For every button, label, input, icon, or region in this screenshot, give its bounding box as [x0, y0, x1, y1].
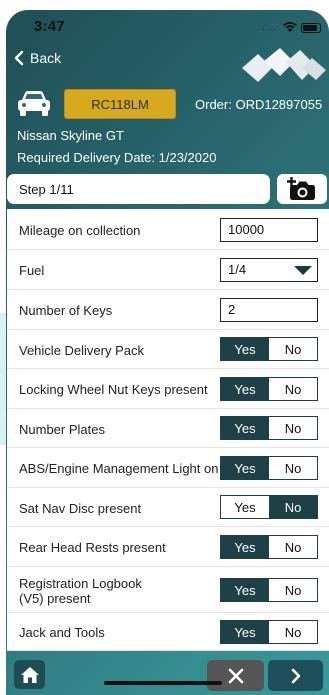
logbook-toggle[interactable]: Yes No [220, 578, 318, 602]
registration-plate: RC118LM [64, 89, 176, 119]
form-row-delivery-pack: Vehicle Delivery Pack Yes No [7, 330, 329, 369]
jack-tools-label: Jack and Tools [19, 625, 105, 640]
head-rests-toggle[interactable]: Yes No [220, 535, 318, 559]
next-button[interactable] [268, 660, 323, 691]
keys-input[interactable]: 2 [220, 298, 318, 322]
chevron-left-icon [14, 50, 24, 66]
bottom-toolbar [6, 656, 329, 695]
back-label: Back [30, 50, 62, 66]
delivery-pack-label: Vehicle Delivery Pack [19, 343, 144, 358]
wheel-nut-no[interactable]: No [269, 378, 317, 400]
abs-light-yes[interactable]: Yes [221, 457, 269, 479]
form-row-jack-tools: Jack and Tools Yes No [7, 613, 329, 651]
cancel-button[interactable] [207, 660, 264, 691]
jack-tools-yes[interactable]: Yes [221, 621, 269, 643]
app-screen: 3:47 .... Back RC118LM Order: ORD1289705… [6, 10, 329, 695]
form-row-sat-nav: Sat Nav Disc present Yes No [7, 488, 329, 527]
home-indicator [104, 681, 222, 685]
head-rests-no[interactable]: No [269, 536, 317, 558]
sat-nav-yes[interactable]: Yes [221, 496, 269, 518]
logbook-no[interactable]: No [269, 579, 317, 601]
head-rests-yes[interactable]: Yes [221, 536, 269, 558]
delivery-pack-yes[interactable]: Yes [221, 338, 269, 360]
form-row-wheel-nut: Locking Wheel Nut Keys present Yes No [7, 369, 329, 409]
logbook-label-line2: (V5) present [19, 591, 91, 606]
sat-nav-label: Sat Nav Disc present [19, 501, 142, 516]
form-row-logbook: Registration Logbook (V5) present Yes No [7, 567, 329, 613]
chevron-right-icon [291, 668, 300, 683]
delivery-pack-no[interactable]: No [269, 338, 317, 360]
back-button[interactable]: Back [14, 50, 61, 66]
abs-light-no[interactable]: No [269, 457, 317, 479]
company-logo [242, 48, 326, 82]
number-plates-no[interactable]: No [269, 417, 317, 439]
abs-light-toggle[interactable]: Yes No [220, 456, 318, 480]
number-plates-label: Number Plates [19, 422, 105, 437]
add-camera-icon [287, 177, 315, 200]
wheel-nut-yes[interactable]: Yes [221, 378, 269, 400]
add-photo-button[interactable] [277, 174, 327, 204]
wifi-icon [283, 22, 297, 32]
form-row-head-rests: Rear Head Rests present Yes No [7, 527, 329, 567]
logbook-yes[interactable]: Yes [221, 579, 269, 601]
form-row-keys: Number of Keys 2 [7, 290, 329, 330]
sat-nav-toggle[interactable]: Yes No [220, 495, 318, 519]
logbook-label: Registration Logbook [19, 576, 142, 591]
fuel-select[interactable]: 1/4 [220, 258, 318, 282]
abs-light-label: ABS/Engine Management Light on [19, 461, 219, 476]
delivery-date: Required Delivery Date: 1/23/2020 [17, 150, 217, 165]
close-icon [228, 668, 243, 683]
mileage-input[interactable]: 10000 [220, 218, 318, 242]
battery-icon [301, 23, 321, 33]
car-icon [18, 91, 50, 116]
sat-nav-no[interactable]: No [269, 496, 317, 518]
wheel-nut-label: Locking Wheel Nut Keys present [19, 382, 208, 397]
home-icon [20, 666, 39, 683]
fuel-label: Fuel [19, 263, 45, 278]
head-rests-label: Rear Head Rests present [19, 540, 166, 555]
jack-tools-no[interactable]: No [269, 621, 317, 643]
number-plates-yes[interactable]: Yes [221, 417, 269, 439]
form-row-fuel: Fuel 1/4 [7, 250, 329, 290]
dropdown-arrow-icon [294, 266, 312, 275]
vehicle-check-form: Mileage on collection 10000 Fuel 1/4 Num… [7, 209, 329, 651]
delivery-pack-toggle[interactable]: Yes No [220, 337, 318, 361]
status-bar: 3:47 .... [6, 10, 329, 44]
form-row-number-plates: Number Plates Yes No [7, 409, 329, 448]
fuel-value: 1/4 [228, 262, 247, 277]
jack-tools-toggle[interactable]: Yes No [220, 620, 318, 644]
signal-icon: .... [262, 22, 278, 33]
wheel-nut-toggle[interactable]: Yes No [220, 377, 318, 401]
keys-label: Number of Keys [19, 303, 113, 318]
vehicle-model: Nissan Skyline GT [17, 128, 124, 143]
step-indicator: Step 1/11 [7, 174, 270, 204]
number-plates-toggle[interactable]: Yes No [220, 416, 318, 440]
form-row-abs-light: ABS/Engine Management Light on Yes No [7, 448, 329, 488]
order-number: Order: ORD12897055 [195, 97, 323, 112]
mileage-label: Mileage on collection [19, 223, 141, 238]
form-row-mileage: Mileage on collection 10000 [7, 209, 329, 250]
status-time: 3:47 [34, 18, 65, 35]
home-button[interactable] [14, 660, 45, 689]
